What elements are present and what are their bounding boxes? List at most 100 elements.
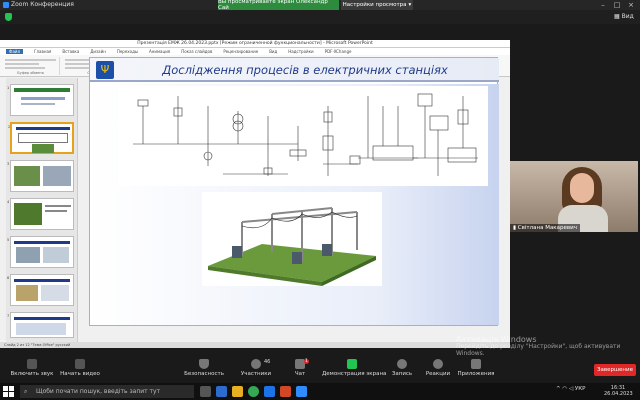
windows-start-icon[interactable] <box>3 386 14 397</box>
toolbar-label: Начать видео <box>60 371 100 377</box>
system-tray[interactable]: ^ ◠ ◁ УКР <box>556 386 585 392</box>
meeting-info-bar: ▦ Вид <box>0 10 640 24</box>
slide-thumbnail[interactable]: 6 <box>7 274 74 306</box>
slide-number: 5 <box>7 238 10 242</box>
slide-number: 2 <box>8 125 11 129</box>
record-icon <box>397 359 407 369</box>
ribbon-tab[interactable]: Файл <box>6 49 24 54</box>
windows-activation-watermark: Активація Windows Перейдіть до розділу "… <box>456 335 636 358</box>
search-placeholder: Щоби почати пошук, введіть запит тут <box>36 388 161 395</box>
ribbon-tab[interactable]: Анимация <box>149 49 170 54</box>
toolbar-label: Безопасность <box>184 371 224 377</box>
edge-icon[interactable] <box>216 386 227 397</box>
powerpoint-title-bar: Презентація ЕМЖ 26.04.2023.pptx [Режим о… <box>0 40 510 48</box>
mic-muted-icon: ▮ <box>513 225 517 231</box>
participant-video[interactable] <box>510 161 638 232</box>
security-button[interactable]: Безопасность <box>174 359 234 381</box>
apps-icon <box>471 359 481 369</box>
slide-number: 6 <box>7 276 10 280</box>
slide-thumbnail[interactable]: 7 <box>7 312 74 338</box>
wifi-icon: ◠ <box>562 386 568 392</box>
participant-name-label: ▮ Світлана Макаревич <box>510 224 580 232</box>
view-settings-label: Настройки просмотра <box>342 2 407 8</box>
electrical-schematic-diagram <box>118 86 488 186</box>
taskbar-search-box[interactable]: ⌕ Щоби почати пошук, введіть запит тут <box>20 385 194 398</box>
chat-badge: 1 <box>304 359 309 364</box>
toolbar-label: Приложения <box>457 371 495 377</box>
ribbon-tab[interactable]: Показ слайдов <box>181 49 212 54</box>
ribbon-tab[interactable]: Дизайн <box>90 49 106 54</box>
volume-icon: ◁ <box>568 386 574 392</box>
watermark-line: Перейдіть до розділу "Настройки", щоб ак… <box>456 343 621 350</box>
end-meeting-button[interactable]: Завершение <box>594 364 636 376</box>
ribbon-tab[interactable]: Переходы <box>117 49 138 54</box>
shield-icon <box>199 359 209 369</box>
slide-number: 3 <box>7 162 10 166</box>
ribbon-tab[interactable]: Вставка <box>62 49 79 54</box>
taskbar-clock[interactable]: 16:31 26.04.2023 <box>604 385 633 397</box>
zoom-app-title-text: Zoom Конференция <box>11 1 74 8</box>
zoom-toolbar: Включить звук Начать видео Безопасность … <box>0 357 640 383</box>
chrome-icon[interactable] <box>248 386 259 397</box>
tray-chevron-icon: ^ <box>556 386 561 392</box>
apps-button[interactable]: Приложения <box>446 359 506 381</box>
slide-header: Ψ Дослідження процесів в електричних ста… <box>90 58 499 82</box>
windows-taskbar: ⌕ Щоби почати пошук, введіть запит тут ^… <box>0 383 640 400</box>
users-icon <box>251 359 261 369</box>
task-view-icon[interactable] <box>200 386 211 397</box>
powerpoint-icon[interactable] <box>280 386 291 397</box>
watermark-line: Windows. <box>456 350 485 357</box>
share-screen-icon <box>347 359 357 369</box>
grid-icon: ▦ <box>614 13 620 20</box>
slide-thumbnail[interactable]: 1 <box>7 84 74 116</box>
view-settings-button[interactable]: Настройки просмотра ▾ <box>341 0 413 10</box>
chat-button[interactable]: 1 Чат <box>270 359 330 381</box>
zoom-taskbar-icon[interactable] <box>296 386 307 397</box>
current-slide: Ψ Дослідження процесів в електричних ста… <box>89 57 499 326</box>
slide-thumbnail[interactable]: 3 <box>7 160 74 192</box>
start-video-button[interactable]: Начать видео <box>50 359 110 381</box>
search-icon: ⌕ <box>24 388 28 395</box>
ribbon-tab[interactable]: Вид <box>269 49 277 54</box>
smile-icon <box>433 359 443 369</box>
close-icon[interactable]: × <box>624 0 638 10</box>
clock-date: 26.04.2023 <box>604 391 633 397</box>
ribbon-tab[interactable]: Надстройки <box>288 49 313 54</box>
maximize-icon[interactable]: □ <box>610 0 624 10</box>
slide-title: Дослідження процесів в електричних станц… <box>162 63 448 77</box>
ribbon-tab[interactable]: PDF-XChange <box>325 49 352 54</box>
word-icon[interactable] <box>264 386 275 397</box>
shield-icon[interactable] <box>5 13 12 21</box>
emblem-icon: Ψ <box>96 61 114 79</box>
slide-thumbnail[interactable]: 4 <box>7 198 74 230</box>
substation-3d-render <box>202 192 382 286</box>
view-button[interactable]: ▦ Вид <box>614 13 634 20</box>
ribbon-tab[interactable]: Рецензирование <box>223 49 258 54</box>
language-indicator[interactable]: УКР <box>575 386 586 392</box>
zoom-app-title: Zoom Конференция <box>3 1 74 8</box>
zoom-logo-icon <box>3 1 9 8</box>
slide-number: 4 <box>7 200 10 204</box>
ribbon-group-label: Буфер обмена <box>17 71 44 75</box>
mic-off-icon <box>27 359 37 369</box>
powerpoint-status-bar: Слайд 2 из 12 "Тема Office" русский <box>0 342 510 348</box>
slide-thumbnail[interactable]: 5 <box>7 236 74 268</box>
slide-number: 1 <box>7 86 10 90</box>
slide-number: 7 <box>7 314 10 318</box>
video-off-icon <box>75 359 85 369</box>
participant-name: Світлана Макаревич <box>517 225 577 231</box>
view-button-label: Вид <box>621 13 634 20</box>
powerpoint-ribbon-tabs: Файл Главная Вставка Дизайн Переходы Ани… <box>0 48 510 55</box>
watermark-line: Активація Windows <box>456 335 537 344</box>
zoom-title-bar: Zoom Конференция Вы просматриваете экран… <box>0 0 640 11</box>
ribbon-group[interactable]: Буфер обмена <box>2 57 60 75</box>
slide-thumbnail-selected[interactable]: 2 <box>8 122 74 154</box>
chevron-down-icon: ▾ <box>408 2 412 8</box>
minimize-icon[interactable]: – <box>596 0 610 10</box>
viewing-screen-banner: Вы просматриваете экран Олександр Сай <box>218 0 339 11</box>
slide-body <box>90 84 499 325</box>
file-explorer-icon[interactable] <box>232 386 243 397</box>
toolbar-label: Чат <box>294 371 306 377</box>
slide-thumbnails-pane: 1 2 3 4 5 6 7 <box>6 78 78 344</box>
ribbon-tab[interactable]: Главная <box>34 49 51 54</box>
